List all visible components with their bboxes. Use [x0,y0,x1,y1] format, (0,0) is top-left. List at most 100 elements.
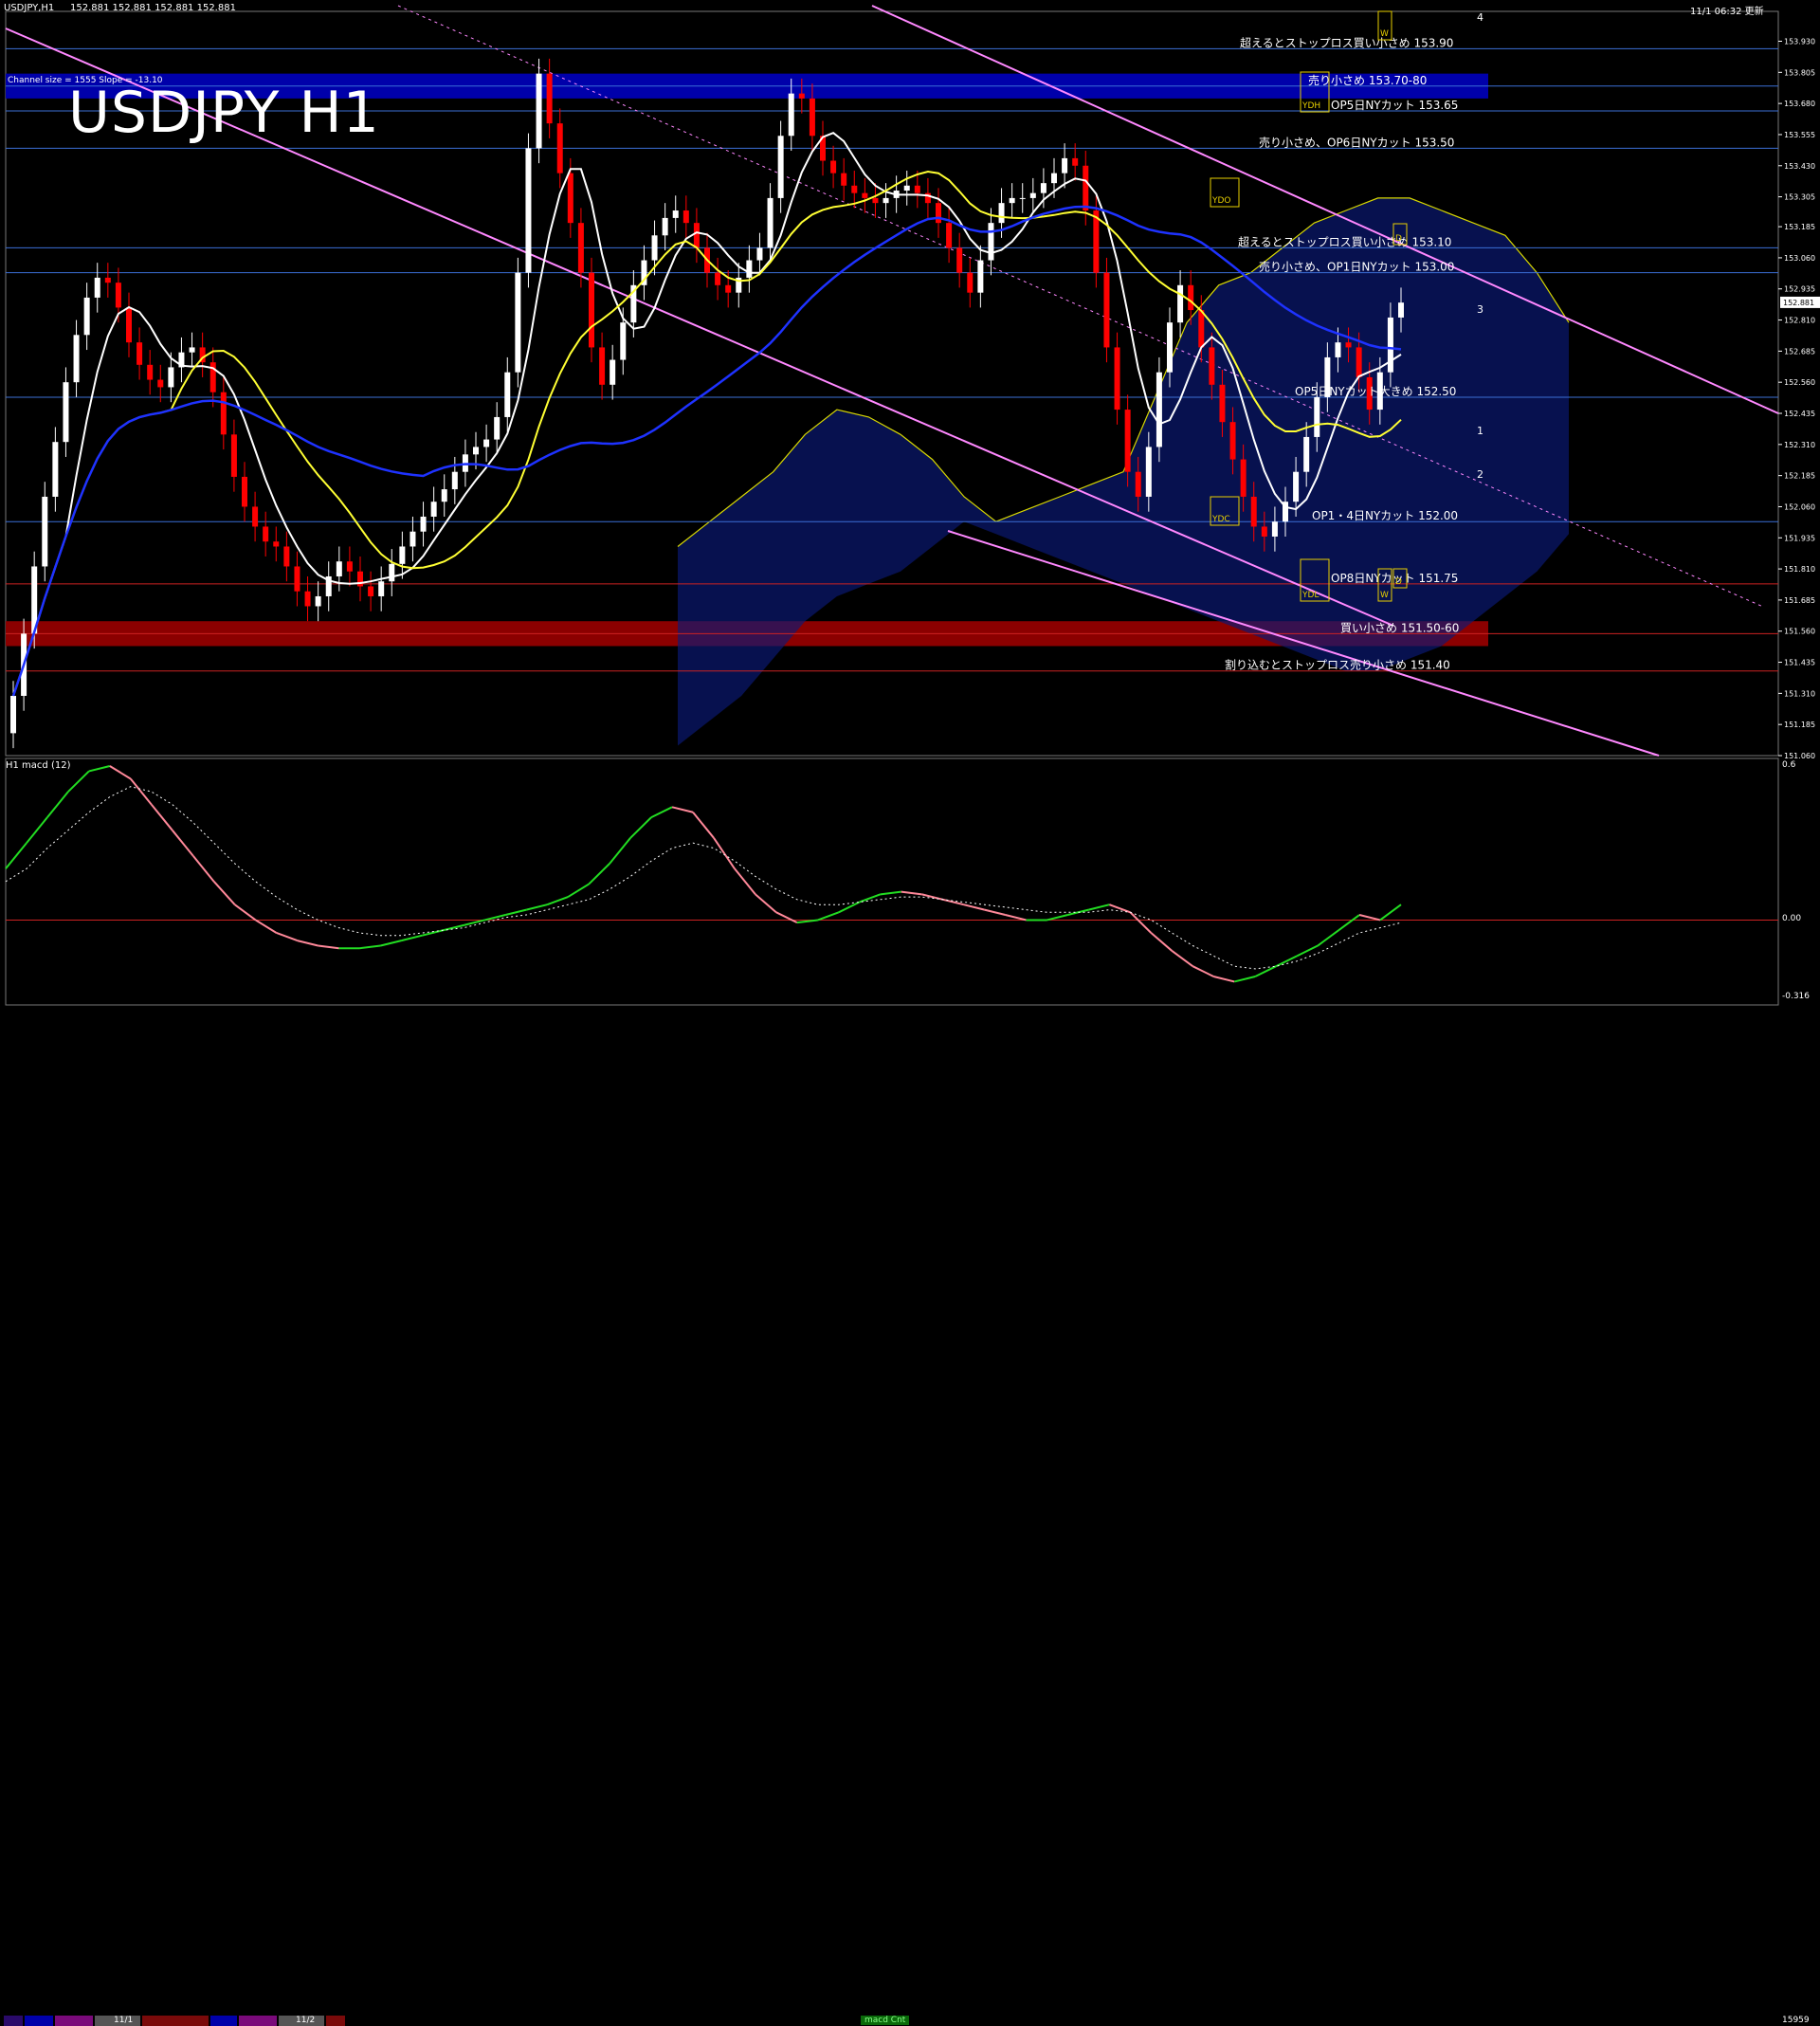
candle-body [1083,165,1089,211]
y-tick-label: 153.185 [1784,223,1815,231]
candle-body [1072,157,1079,166]
macd-segment [963,903,985,911]
candle-body [315,595,321,607]
annotation-label: OP5日NYカット 153.65 [1331,99,1458,112]
macd-segment [109,765,132,780]
candle-body [746,260,753,278]
macd-segment [1275,955,1298,968]
annotation-label: OP5日NYカット大きめ 152.50 [1295,385,1456,398]
macd-segment [380,940,402,947]
candle-body [1356,347,1362,377]
bar-segment [4,2016,23,2026]
candle-body [473,447,479,455]
candle-body [936,203,941,224]
macd-segment [151,803,173,831]
macd-segment [1233,976,1256,983]
macd-segment [401,934,423,942]
macd-segment [484,914,506,922]
candle-body [1029,192,1036,198]
candle-body [104,277,111,283]
candle-body [903,185,910,192]
candle-body [956,247,963,273]
y-tick-label: 151.560 [1784,628,1815,636]
macd-segment [505,908,527,917]
bar-segment [25,2016,53,2026]
y-tick-label: 152.810 [1784,317,1815,325]
macd-segment [671,806,694,813]
candle-body [483,439,490,447]
macd-segment [1213,976,1235,983]
candle-body [998,203,1005,224]
candle-body [126,307,132,343]
candle-body [1103,272,1110,348]
candle-body [263,526,269,542]
macd-segment [234,903,257,922]
bar-segment [55,2016,93,2026]
candle-body [399,546,406,564]
macd-segment [901,890,922,896]
candle-body [756,247,763,261]
candle-body [788,93,794,137]
y-tick-label: 152.310 [1784,441,1815,449]
candle-body [389,563,395,582]
candle-body [136,342,143,365]
y-tick-label: 152.060 [1784,502,1815,511]
candle-body [168,367,174,388]
y-tick-label: 152.560 [1784,378,1815,387]
candle-body [620,322,627,360]
macd-segment [67,770,90,793]
candle-body [420,516,427,532]
candle-body [809,98,815,137]
macd-segment [191,855,215,883]
annotation-label: 割り込むとストップロス売り小さめ 151.40 [1225,658,1450,672]
candle-body [1250,496,1257,527]
candle-body [42,496,48,567]
macd-segment [88,765,111,773]
candle-body [662,217,668,236]
candle-body [693,223,700,248]
macd-segment [1088,903,1110,911]
macd-label: H1 macd (12) [6,760,71,771]
macd-segment [1005,914,1027,922]
candle-body [1051,173,1057,184]
macd-segment [26,816,48,844]
candle-body [1019,197,1026,199]
candle-body [336,561,342,576]
macd-segment [1129,911,1153,934]
chart-title: USDJPY H1 [68,80,380,146]
macd-segment [359,944,381,950]
projection-number: 1 [1477,425,1483,437]
projection-number: 3 [1477,303,1483,316]
bottom-right-value: 15959 [1782,2016,1810,2025]
y-tick-label: 153.430 [1784,162,1815,171]
y-tick-label: 152.185 [1784,472,1815,481]
price-chart[interactable]: 153.930 153.805 153.680 153.555 153.430 153.3… [0,0,1820,1024]
candle-body [536,73,542,149]
current-price-label: 152.881 [1783,299,1814,307]
candle-body [589,272,594,348]
candle-body [1135,471,1141,497]
candle-body [798,93,805,99]
candle-body [115,283,121,308]
y-tick-label: 153.305 [1784,193,1815,202]
y-tick-label: 153.930 [1784,38,1815,46]
macd-segment [46,791,69,818]
candle-body [1335,342,1341,357]
macd-segment [817,911,840,922]
candle-body [851,185,858,193]
macd-segment [546,896,569,906]
macd-segment [692,812,715,839]
level-box-label: YDL [1301,591,1319,600]
candle-body [1188,284,1194,311]
macd-segment [5,842,27,869]
candle-body [252,506,259,527]
date-label-1: 11/1 [114,2016,134,2025]
candle-body [1345,342,1352,348]
bar-segment [326,2016,345,2026]
macd-segment [1192,965,1214,977]
candle-body [1229,422,1236,460]
candle-body [967,272,974,293]
macd-panel-frame [5,757,1779,1006]
y-tick-label: 151.185 [1784,721,1815,729]
macd-segment [880,890,901,896]
